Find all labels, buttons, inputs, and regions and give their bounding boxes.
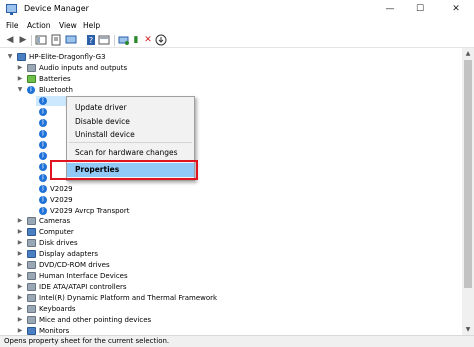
bluetooth-icon: ᛒ	[27, 86, 35, 94]
tree-item[interactable]: ▶ Audio inputs and outputs	[0, 63, 460, 73]
bluetooth-icon: ᛒ	[39, 174, 47, 182]
bluetooth-icon: ᛒ	[39, 185, 47, 193]
chevron-right-icon[interactable]: ▶	[16, 238, 24, 248]
scan-hardware-menu-item[interactable]: Scan for hardware changes	[75, 148, 178, 157]
tree-item[interactable]: ▶ Batteries	[0, 74, 460, 84]
chevron-right-icon[interactable]: ▶	[16, 304, 24, 314]
tree-item[interactable]: ᛒ V2029	[0, 195, 460, 205]
tree-item[interactable]: ▶ Cameras	[0, 216, 460, 226]
tree-item[interactable]: ▶ Display adapters	[0, 249, 460, 259]
menu-separator	[69, 142, 192, 143]
battery-icon	[27, 75, 36, 83]
status-bar: Opens property sheet for the current sel…	[0, 335, 474, 347]
tree-item[interactable]: ▶ IDE ATA/ATAPI controllers	[0, 282, 460, 292]
uninstall-device-menu-item[interactable]: Uninstall device	[75, 130, 135, 139]
chevron-right-icon[interactable]: ▶	[16, 63, 24, 73]
minimize-button[interactable]: —	[378, 0, 402, 19]
back-arrow-icon[interactable]: ◀	[4, 34, 16, 46]
tree-item[interactable]: ▼ ᛒ Bluetooth	[0, 85, 460, 95]
computer-icon	[27, 228, 36, 236]
chevron-right-icon[interactable]: ▶	[16, 216, 24, 226]
chevron-right-icon[interactable]: ▶	[16, 260, 24, 270]
tree-item[interactable]: ▶ Disk drives	[0, 238, 460, 248]
monitor-icon	[27, 327, 36, 335]
tree-item[interactable]: ▶ Keyboards	[0, 304, 460, 314]
title-bar: Device Manager — ☐ ✕	[0, 0, 474, 19]
toolbar-separator	[114, 35, 115, 46]
tree-item[interactable]: ᛒ V2029	[0, 184, 460, 194]
device-tree: ▼ HP-Elite-Dragonfly-G3 ▶ Audio inputs a…	[0, 48, 462, 335]
menu-action[interactable]: Action	[27, 21, 51, 30]
chevron-right-icon[interactable]: ▶	[16, 315, 24, 325]
bluetooth-icon: ᛒ	[39, 163, 47, 171]
view-toolbar-icon[interactable]	[98, 34, 110, 46]
update-driver-icon[interactable]: ▮	[130, 34, 142, 46]
dvd-icon	[27, 261, 36, 269]
toolbar: ◀ ▶ ? ▮ ✕	[0, 33, 474, 48]
scan-hardware-icon[interactable]	[118, 34, 130, 46]
disable-device-menu-item[interactable]: Disable device	[75, 117, 130, 126]
menu-view[interactable]: View	[59, 21, 77, 30]
tree-item[interactable]: ▶ Human Interface Devices	[0, 271, 460, 281]
computer-icon	[17, 53, 26, 61]
menu-bar: File Action View Help	[0, 19, 474, 33]
tree-root-label: HP-Elite-Dragonfly-G3	[29, 53, 106, 61]
show-hide-tree-icon[interactable]	[35, 34, 47, 46]
bluetooth-icon: ᛒ	[39, 108, 47, 116]
chevron-right-icon[interactable]: ▶	[16, 293, 24, 303]
svg-text:?: ?	[89, 36, 93, 45]
mouse-icon	[27, 316, 36, 324]
ide-controller-icon	[27, 283, 36, 291]
toolbar-separator	[31, 35, 32, 46]
keyboard-icon	[27, 305, 36, 313]
chevron-down-icon[interactable]: ▼	[16, 85, 24, 95]
close-button[interactable]: ✕	[444, 0, 468, 19]
forward-arrow-icon[interactable]: ▶	[17, 34, 29, 46]
chevron-right-icon[interactable]: ▶	[16, 326, 24, 335]
bluetooth-icon: ᛒ	[39, 130, 47, 138]
uninstall-x-icon[interactable]: ✕	[142, 34, 154, 46]
annotation-highlight-box	[50, 160, 198, 180]
tree-item[interactable]: ▶ Intel(R) Dynamic Platform and Thermal F…	[0, 293, 460, 303]
camera-icon	[27, 217, 36, 225]
download-icon[interactable]	[155, 34, 167, 46]
tree-item[interactable]: ▶ Computer	[0, 227, 460, 237]
chevron-down-icon[interactable]: ▼	[6, 52, 14, 62]
tree-item[interactable]: ▶ Mice and other pointing devices	[0, 315, 460, 325]
display-icon	[27, 250, 36, 258]
chevron-right-icon[interactable]: ▶	[16, 282, 24, 292]
scroll-down-icon[interactable]: ▼	[462, 324, 474, 335]
disk-icon	[27, 239, 36, 247]
bluetooth-icon: ᛒ	[39, 196, 47, 204]
properties-toolbar-icon[interactable]	[50, 34, 62, 46]
chevron-right-icon[interactable]: ▶	[16, 249, 24, 259]
scrollbar-thumb[interactable]	[464, 60, 472, 288]
vertical-scrollbar[interactable]: ▲ ▼	[462, 48, 474, 335]
scroll-up-icon[interactable]: ▲	[462, 48, 474, 59]
bluetooth-icon: ᛒ	[39, 207, 47, 215]
chevron-right-icon[interactable]: ▶	[16, 74, 24, 84]
computer-toolbar-icon[interactable]	[65, 34, 77, 46]
chevron-right-icon[interactable]: ▶	[16, 271, 24, 281]
tree-item[interactable]: ▶ Monitors	[0, 326, 460, 335]
bluetooth-icon: ᛒ	[39, 152, 47, 160]
tree-item[interactable]: ᛒ V2029 Avrcp Transport	[0, 206, 460, 216]
window-title: Device Manager	[24, 4, 89, 13]
chevron-right-icon[interactable]: ▶	[16, 227, 24, 237]
menu-help[interactable]: Help	[83, 21, 100, 30]
device-manager-icon	[6, 4, 17, 15]
bluetooth-icon: ᛒ	[39, 119, 47, 127]
hid-icon	[27, 272, 36, 280]
status-text: Opens property sheet for the current sel…	[4, 337, 170, 345]
menu-file[interactable]: File	[6, 21, 19, 30]
maximize-button[interactable]: ☐	[408, 0, 432, 19]
tree-item[interactable]: ▶ DVD/CD-ROM drives	[0, 260, 460, 270]
tree-root[interactable]: ▼ HP-Elite-Dragonfly-G3	[0, 52, 460, 62]
thermal-framework-icon	[27, 294, 36, 302]
bluetooth-icon: ᛒ	[39, 141, 47, 149]
help-toolbar-icon[interactable]: ?	[85, 34, 97, 46]
update-driver-menu-item[interactable]: Update driver	[75, 103, 127, 112]
speaker-icon	[27, 64, 36, 72]
bluetooth-icon: ᛒ	[39, 97, 47, 105]
